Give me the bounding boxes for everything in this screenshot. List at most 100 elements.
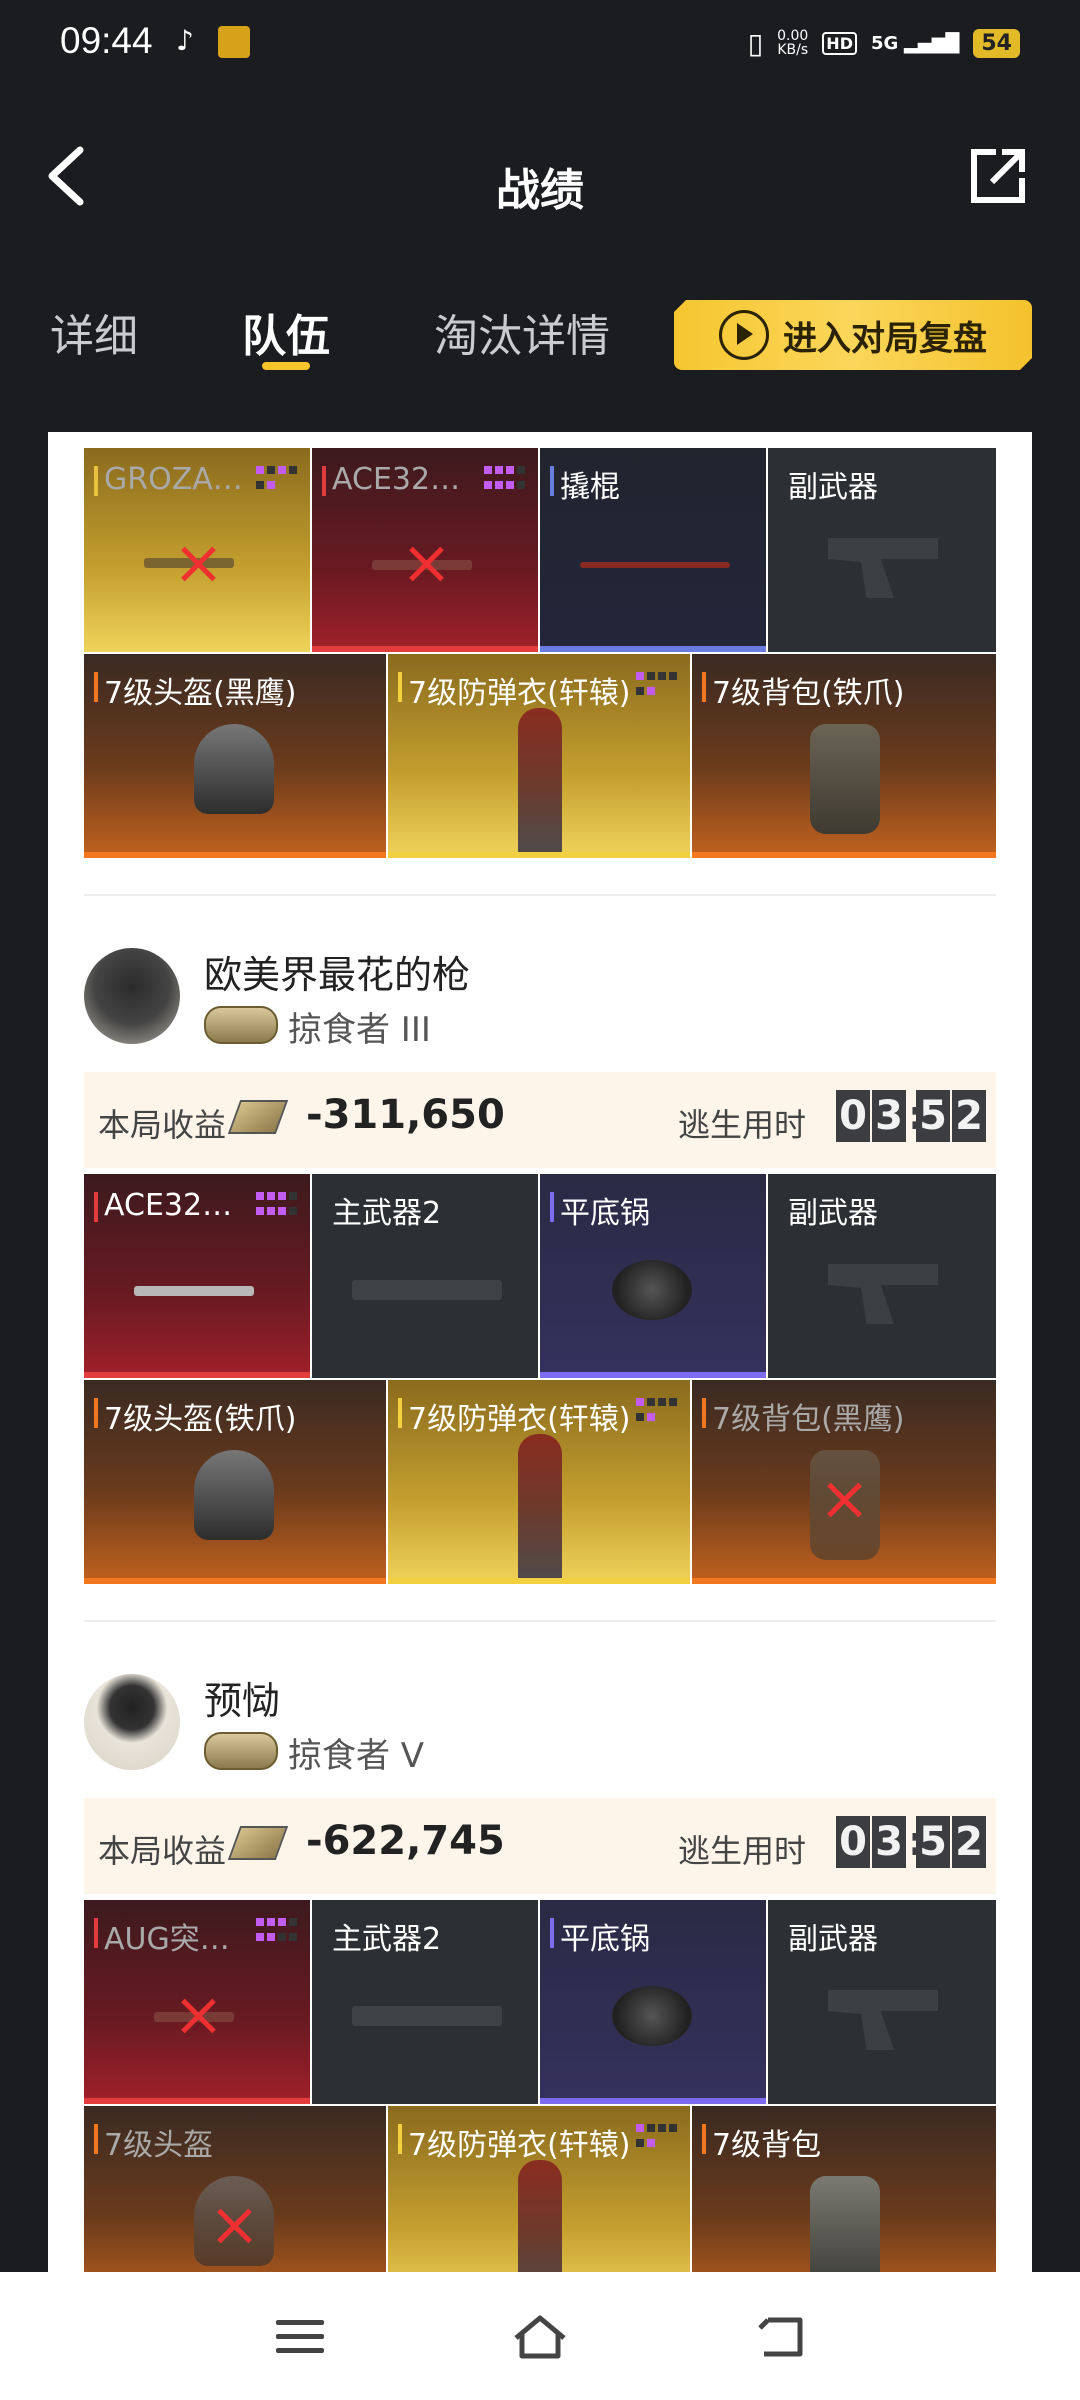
attachment-dots-icon <box>636 1398 677 1424</box>
pistol-icon <box>828 538 938 598</box>
gear-slot[interactable]: 7级防弹衣(轩辕) <box>388 654 690 858</box>
player-divider <box>84 1620 996 1622</box>
body-armor-icon <box>518 2160 562 2272</box>
tab-team[interactable]: 队伍 <box>242 300 330 364</box>
gear-slot[interactable]: 7级头盔 <box>84 2106 386 2272</box>
backpack-icon <box>810 2176 880 2272</box>
weapon-label: GROZA… <box>94 462 243 497</box>
weapon-label: 副武器 <box>788 1196 878 1231</box>
app-header: 战绩 <box>0 84 1080 264</box>
weapon-slot[interactable]: 撬棍 <box>540 448 766 652</box>
weapon-slot[interactable]: 平底锅 <box>540 1174 766 1378</box>
weapon-slot[interactable]: ACE32… <box>84 1174 310 1378</box>
weapon-slot[interactable]: 主武器2 <box>312 1174 538 1378</box>
avatar[interactable] <box>84 1674 180 1770</box>
hd-icon: HD <box>822 31 857 55</box>
gear-slot[interactable]: 7级头盔(铁爪) <box>84 1380 386 1584</box>
weapon-label: 副武器 <box>788 1922 878 1957</box>
gear-slot[interactable]: 7级防弹衣(轩辕) <box>388 2106 690 2272</box>
earnings-value: -311,650 <box>306 1092 505 1138</box>
helmet-icon <box>194 724 274 814</box>
earnings-label: 本局收益 <box>98 1106 227 1144</box>
weapon-label: 副武器 <box>788 470 878 505</box>
earnings-row: 本局收益 -311,650 逃生用时 03:52 <box>84 1072 996 1168</box>
battery-icon: 54 <box>973 28 1020 58</box>
weapon-slot[interactable]: AUG突… <box>84 1900 310 2104</box>
gear-slot[interactable]: 7级背包(黑鹰) <box>692 1380 996 1584</box>
escape-time-label: 逃生用时 <box>678 1106 807 1144</box>
weapon-label: 撬棍 <box>550 462 620 506</box>
cash-icon <box>227 1826 289 1860</box>
share-icon[interactable] <box>968 146 1028 206</box>
rifle-icon <box>352 1280 502 1300</box>
player-equipment-grid: GROZA… ACE32… 撬棍 副武器 7级头盔(黑鹰) 7级防弹衣(轩辕) … <box>84 448 996 858</box>
crowbar-icon <box>580 562 730 568</box>
attachment-dots-icon <box>256 1192 297 1218</box>
weapon-slot[interactable]: 平底锅 <box>540 1900 766 2104</box>
weapon-label: 主武器2 <box>332 1922 442 1957</box>
earnings-value: -622,745 <box>306 1818 505 1864</box>
body-armor-icon <box>518 1434 562 1584</box>
attachment-dots-icon <box>484 466 525 492</box>
weapon-label: 平底锅 <box>550 1188 650 1232</box>
gear-label: 7级背包 <box>702 2120 821 2164</box>
menu-icon[interactable] <box>276 2320 324 2356</box>
weapon-slot[interactable]: ACE32… <box>312 448 538 652</box>
home-icon[interactable] <box>510 2312 570 2362</box>
status-time: 09:44 <box>60 20 153 61</box>
gear-label: 7级防弹衣(轩辕) <box>398 2120 631 2164</box>
vibrate-icon: ▯ <box>747 26 764 60</box>
gear-slot[interactable]: 7级背包(铁爪) <box>692 654 996 858</box>
pistol-icon <box>828 1264 938 1324</box>
gear-label: 7级头盔(铁爪) <box>94 1394 297 1438</box>
lost-x-icon <box>178 1996 218 2036</box>
player-equipment-grid: AUG突… 主武器2 平底锅 副武器 7级头盔 7级防弹衣(轩辕) 7级背包 <box>84 1900 996 2272</box>
weapon-slot[interactable]: 主武器2 <box>312 1900 538 2104</box>
weapon-label: ACE32… <box>322 462 460 497</box>
rank-badge-icon <box>204 1732 278 1770</box>
gear-label: 7级头盔(黑鹰) <box>94 668 297 712</box>
page-title: 战绩 <box>496 165 584 216</box>
player-divider <box>84 894 996 896</box>
gear-label: 7级防弹衣(轩辕) <box>398 1394 631 1438</box>
player-equipment-grid: ACE32… 主武器2 平底锅 副武器 7级头盔(铁爪) 7级防弹衣(轩辕) 7… <box>84 1174 996 1584</box>
weapon-slot[interactable]: GROZA… <box>84 448 310 652</box>
frying-pan-icon <box>612 1260 692 1320</box>
weapon-slot[interactable]: 副武器 <box>768 448 996 652</box>
player-name: 欧美界最花的枪 <box>204 953 471 997</box>
pistol-icon <box>828 1990 938 2050</box>
rank-badge-icon <box>204 1006 278 1044</box>
signal-icon: 5G ▂▄▆█ <box>870 32 960 54</box>
tab-details[interactable]: 详细 <box>50 300 138 364</box>
status-bar: 09:44 ♪ ▯ 0.00 KB/s HD 5G ▂▄▆█ 54 <box>0 0 1080 84</box>
back-icon[interactable] <box>754 2312 806 2362</box>
player-rank: 掠食者 III <box>288 1010 431 1050</box>
gear-label: 7级防弹衣(轩辕) <box>398 668 631 712</box>
gear-label: 7级背包(铁爪) <box>702 668 905 712</box>
weapon-slot[interactable]: 副武器 <box>768 1174 996 1378</box>
match-replay-button[interactable]: 进入对局复盘 <box>674 300 1032 370</box>
attachment-dots-icon <box>636 2124 677 2150</box>
weapon-slot[interactable]: 副武器 <box>768 1900 996 2104</box>
backpack-icon <box>810 724 880 834</box>
helmet-icon <box>194 1450 274 1540</box>
tiktok-icon: ♪ <box>176 24 194 57</box>
weapon-label: AUG突… <box>94 1914 230 1958</box>
attachment-dots-icon <box>256 1918 297 1944</box>
network-speed: 0.00 KB/s <box>777 28 809 58</box>
attachment-dots-icon <box>256 466 297 492</box>
earnings-row: 本局收益 -622,745 逃生用时 03:52 <box>84 1798 996 1894</box>
lost-x-icon <box>178 544 218 584</box>
lost-x-icon <box>406 544 446 584</box>
tab-elimination-details[interactable]: 淘汰详情 <box>434 300 610 364</box>
player-rank: 掠食者 V <box>288 1736 425 1776</box>
escape-time: 03:52 <box>836 1816 986 1868</box>
avatar[interactable] <box>84 948 180 1044</box>
match-replay-label: 进入对局复盘 <box>783 318 987 359</box>
frying-pan-icon <box>612 1986 692 2046</box>
gear-slot[interactable]: 7级头盔(黑鹰) <box>84 654 386 858</box>
status-indicators: ▯ 0.00 KB/s HD 5G ▂▄▆█ 54 <box>748 24 1020 62</box>
gear-slot[interactable]: 7级防弹衣(轩辕) <box>388 1380 690 1584</box>
weapon-label: 平底锅 <box>550 1914 650 1958</box>
gear-slot[interactable]: 7级背包 <box>692 2106 996 2272</box>
